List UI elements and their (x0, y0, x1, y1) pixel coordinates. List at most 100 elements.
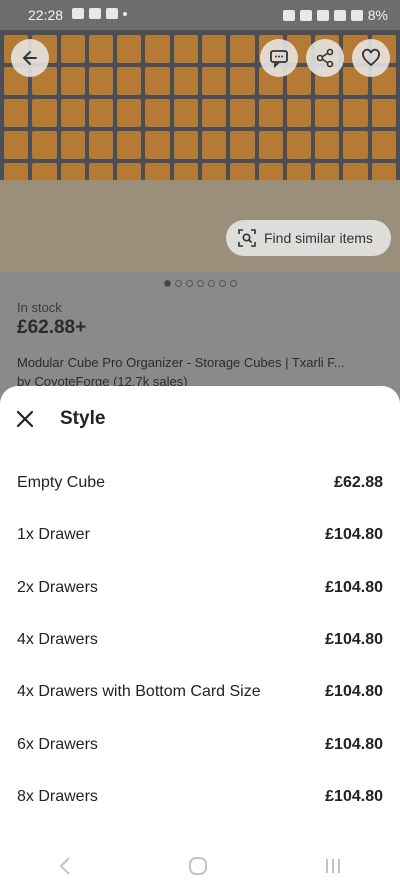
storage-cube (88, 99, 114, 127)
status-right-icons: 8% (282, 7, 388, 23)
heart-icon (362, 48, 380, 67)
product-title[interactable]: Modular Cube Pro Organizer - Storage Cub… (17, 355, 387, 370)
storage-cube (202, 35, 227, 63)
storage-cube (258, 99, 283, 127)
image-carousel-indicator (0, 280, 400, 287)
storage-cube (230, 35, 255, 63)
storage-cube (343, 99, 368, 127)
carousel-dot (174, 280, 182, 287)
carousel-dot (163, 280, 171, 287)
storage-cube (173, 131, 198, 159)
nav-back-icon[interactable] (58, 856, 72, 876)
gallery-notification-icon (72, 8, 84, 19)
style-option-price: £104.80 (325, 578, 383, 596)
carousel-dot (229, 280, 237, 287)
find-similar-button[interactable]: Find similar items (226, 220, 391, 256)
storage-cube (230, 67, 255, 95)
style-bottom-sheet: Style Empty Cube £62.88 1x Drawer £104.80 2x… (0, 386, 400, 889)
storage-cube (202, 67, 227, 95)
style-option-price: £104.80 (325, 683, 383, 701)
storage-cube (286, 131, 312, 159)
style-option-price: £104.80 (325, 630, 383, 648)
storage-cube (145, 67, 170, 95)
alarm-icon (299, 9, 312, 21)
more-notifications-icon (123, 11, 127, 16)
storage-cube (4, 131, 29, 159)
storage-cube (315, 99, 340, 127)
style-option[interactable]: 8x Drawers £104.80 (0, 775, 400, 819)
style-option[interactable]: 1x Drawer £104.80 (0, 513, 400, 557)
share-button[interactable] (306, 39, 344, 77)
arrow-left-icon (22, 51, 37, 65)
style-option-label: 2x Drawers (17, 578, 98, 596)
storage-cube (117, 131, 142, 159)
status-left-icons (72, 8, 127, 19)
storage-cube (145, 99, 170, 127)
style-option-label: 4x Drawers (17, 630, 98, 648)
nav-home-icon[interactable] (188, 856, 208, 876)
sheet-title: Style (60, 408, 106, 429)
message-button[interactable] (260, 39, 298, 77)
storage-cube (117, 35, 142, 63)
style-option-label: 4x Drawers with Bottom Card Size (17, 683, 261, 701)
find-similar-label: Find similar items (264, 230, 373, 246)
style-option[interactable]: 6x Drawers £104.80 (0, 723, 400, 767)
storage-cube (258, 131, 283, 159)
close-button[interactable] (14, 408, 36, 430)
nav-recents-icon[interactable] (324, 857, 342, 875)
storage-cube (202, 131, 227, 159)
storage-cube (60, 67, 85, 95)
storage-cube (343, 131, 368, 159)
storage-cube (32, 131, 57, 159)
image-search-icon (238, 229, 256, 247)
storage-cube (230, 131, 255, 159)
product-image[interactable]: Find similar items (0, 30, 400, 272)
storage-cube (88, 35, 114, 63)
style-option[interactable]: 4x Drawers £104.80 (0, 618, 400, 662)
sheet-header: Style (14, 408, 105, 430)
style-option-label: Empty Cube (17, 474, 106, 491)
storage-cube (88, 67, 114, 95)
style-option[interactable]: 4x Drawers with Bottom Card Size £104.80 (0, 670, 400, 714)
storage-cube (286, 99, 312, 127)
system-nav-bar (0, 843, 400, 889)
carousel-dot (207, 280, 215, 287)
product-info: In stock £62.88+ Modular Cube Pro Organi… (17, 300, 387, 389)
storage-cube (117, 99, 142, 127)
message-icon (270, 50, 288, 68)
style-option-price: £104.80 (325, 787, 383, 805)
storage-cube (371, 131, 396, 159)
carousel-dot (218, 280, 226, 287)
style-option-label: 6x Drawers (17, 735, 98, 753)
share-icon (316, 48, 334, 68)
storage-cube (173, 99, 198, 127)
style-option-label: 1x Drawer (17, 526, 90, 544)
back-button[interactable] (11, 39, 49, 77)
storage-cube (32, 99, 57, 127)
style-option[interactable]: Empty Cube £62.88 (0, 461, 400, 505)
wifi-icon (333, 9, 346, 21)
style-option-price: £104.80 (325, 735, 383, 753)
style-option-label: 8x Drawers (17, 787, 98, 805)
storage-cube (4, 99, 29, 127)
favorite-button[interactable] (352, 39, 390, 77)
storage-cube (60, 99, 85, 127)
status-bar: 22:28 8% (0, 0, 400, 30)
storage-cube (88, 131, 114, 159)
product-price: £62.88+ (17, 317, 87, 338)
carousel-dot (185, 280, 193, 287)
storage-cube (315, 131, 340, 159)
lock-icon (282, 9, 295, 21)
storage-cube (60, 131, 85, 159)
storage-cube (202, 99, 227, 127)
cloud-notification-icon (89, 8, 101, 19)
battery-level: 8% (367, 7, 388, 23)
status-time: 22:28 (28, 7, 64, 23)
app-notification-icon (106, 8, 118, 19)
carousel-dot (196, 280, 204, 287)
style-option[interactable]: 2x Drawers £104.80 (0, 566, 400, 610)
storage-cube (173, 35, 198, 63)
storage-cube (230, 99, 255, 127)
storage-cube (117, 67, 142, 95)
close-icon (16, 410, 34, 428)
